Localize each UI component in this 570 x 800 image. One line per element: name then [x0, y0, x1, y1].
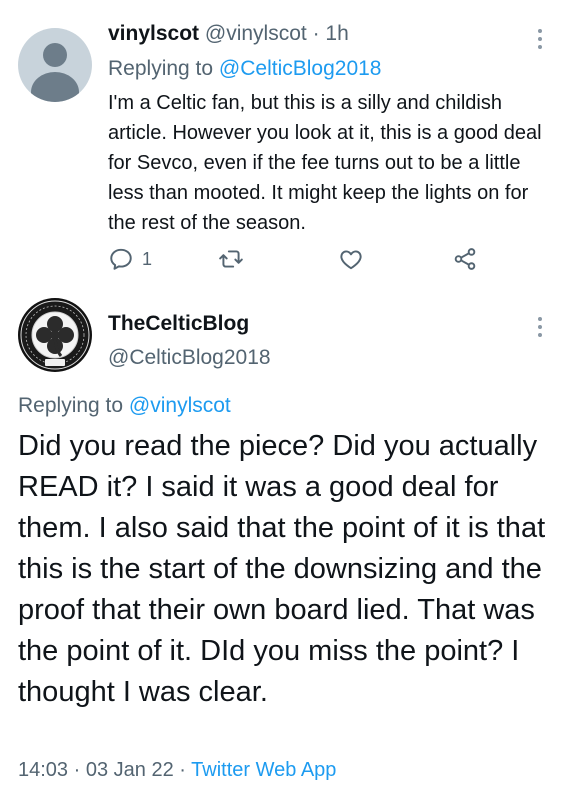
separator: · — [179, 759, 186, 781]
tweet-date[interactable]: 03 Jan 22 — [86, 759, 174, 781]
author-name[interactable]: vinylscot — [108, 22, 199, 45]
replying-to-link[interactable]: @CelticBlog2018 — [219, 57, 382, 80]
reply-tweet-header: vinylscot @vinylscot · 1h — [108, 22, 349, 46]
like-button[interactable] — [338, 244, 364, 274]
tweet-time[interactable]: 1h — [325, 22, 348, 45]
avatar-head-shape — [43, 43, 67, 67]
replying-to-link[interactable]: @vinylscot — [129, 394, 231, 417]
more-options-icon[interactable] — [536, 28, 544, 50]
like-icon — [340, 250, 362, 270]
replying-to-line: Replying to @CelticBlog2018 — [108, 57, 381, 81]
main-tweet-text: Did you read the piece? Did you actually… — [18, 430, 546, 708]
retweet-button[interactable] — [218, 244, 244, 274]
more-options-icon[interactable] — [536, 316, 544, 338]
separator: · — [73, 759, 81, 781]
tweet-metadata: 14:03 · 03 Jan 22 · Twitter Web App — [18, 759, 336, 782]
reply-button[interactable]: 1 — [108, 244, 152, 274]
replying-prefix: Replying to — [108, 57, 214, 80]
tweet-source[interactable]: Twitter Web App — [191, 759, 336, 781]
reply-tweet[interactable]: vinylscot @vinylscot · 1h Replying to @C… — [0, 0, 570, 290]
replying-to-line: Replying to @vinylscot — [18, 394, 231, 418]
share-button[interactable] — [452, 244, 478, 274]
author-name[interactable]: TheCelticBlog — [108, 312, 249, 336]
avatar-body-shape — [31, 72, 79, 102]
separator: · — [312, 22, 320, 45]
share-icon — [454, 248, 476, 270]
author-handle[interactable]: @vinylscot — [205, 22, 307, 45]
default-avatar[interactable] — [18, 28, 92, 102]
reply-icon — [110, 248, 132, 270]
retweet-icon — [219, 250, 243, 268]
reply-tweet-text: I'm a Celtic fan, but this is a silly an… — [108, 92, 542, 234]
replying-prefix: Replying to — [18, 394, 124, 417]
reply-count: 1 — [142, 248, 153, 269]
tweet-time[interactable]: 14:03 — [18, 759, 68, 781]
author-handle[interactable]: @CelticBlog2018 — [108, 346, 271, 370]
celtic-crest-avatar[interactable] — [18, 298, 92, 372]
tweet-actions: 1 — [108, 244, 488, 274]
